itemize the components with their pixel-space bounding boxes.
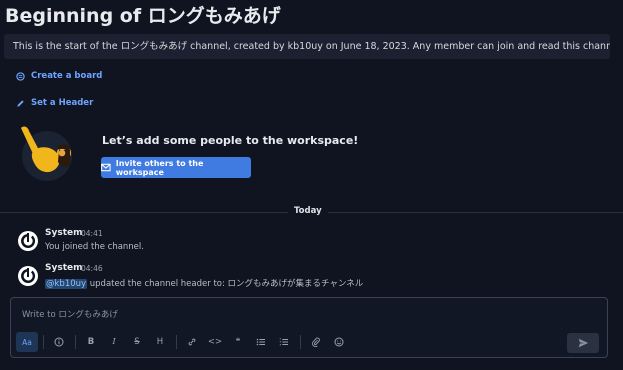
attachment-icon[interactable] [305, 332, 327, 352]
post-message: You joined the channel. [45, 242, 144, 252]
system-avatar-icon [18, 266, 38, 286]
formatting-toolbar: Aa B I S H <> ❝ [16, 330, 604, 354]
set-header-label: Set a Header [31, 98, 94, 108]
message-composer[interactable]: Write to ロングもみあげ Aa B I S H <> ❝ [10, 297, 608, 358]
toolbar-divider [43, 335, 44, 349]
format-toggle-button[interactable]: Aa [16, 332, 38, 352]
invite-illustration [18, 122, 76, 188]
post-author[interactable]: System [45, 228, 83, 238]
channel-title: Beginning of ロングもみあげ [5, 5, 281, 27]
invite-heading: Let’s add some people to the workspace! [102, 134, 359, 147]
send-icon [578, 338, 588, 348]
message-input[interactable]: Write to ロングもみあげ [22, 308, 118, 320]
board-icon [16, 71, 25, 81]
date-separator: Today [288, 206, 328, 216]
send-button[interactable] [567, 333, 599, 353]
channel-intro-banner: This is the start of the ロングもみあげ channel… [4, 34, 610, 59]
toolbar-divider [176, 335, 177, 349]
user-mention[interactable]: @kb10uy [45, 279, 88, 289]
heading-button[interactable]: H [149, 332, 171, 352]
set-header-link[interactable]: Set a Header [16, 98, 93, 108]
italic-button[interactable]: I [103, 332, 125, 352]
info-icon[interactable] [48, 332, 70, 352]
toolbar-divider [75, 335, 76, 349]
bullet-list-icon[interactable] [250, 332, 272, 352]
invite-button-label: Invite others to the workspace [115, 158, 204, 177]
pencil-icon [17, 99, 24, 107]
create-board-link[interactable]: Create a board [16, 71, 102, 81]
toolbar-divider [300, 335, 301, 349]
numbered-list-icon[interactable] [273, 332, 295, 352]
create-board-label: Create a board [31, 71, 103, 81]
post-message: @kb10uy updated the channel header to: ロ… [45, 277, 363, 289]
quote-button[interactable]: ❝ [227, 332, 249, 352]
strikethrough-button[interactable]: S [126, 332, 148, 352]
post-timestamp[interactable]: 04:46 [81, 264, 103, 273]
emoji-icon[interactable] [328, 332, 350, 352]
invite-button[interactable]: Invite others to the workspace [101, 157, 251, 178]
code-button[interactable]: <> [204, 332, 226, 352]
post-author[interactable]: System [45, 263, 83, 273]
bold-button[interactable]: B [80, 332, 102, 352]
system-avatar-icon [18, 231, 38, 251]
envelope-icon [101, 163, 111, 172]
link-icon[interactable] [181, 332, 203, 352]
post-message-text: updated the channel header to: ロングもみあげが集… [87, 279, 364, 289]
post-timestamp[interactable]: 04:41 [81, 229, 103, 238]
